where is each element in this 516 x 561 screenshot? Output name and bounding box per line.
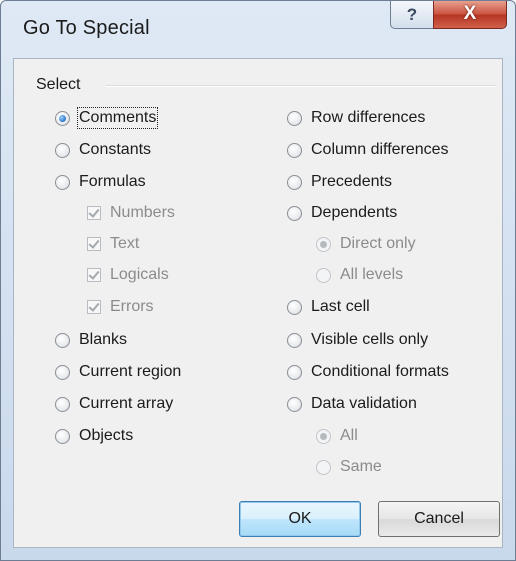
checkbox-errors[interactable]: Errors (87, 296, 154, 318)
radio-icon[interactable] (287, 205, 302, 221)
option-direct-only[interactable]: Direct only (316, 233, 416, 255)
option-label: Blanks (79, 331, 128, 348)
radio-icon[interactable] (55, 110, 70, 126)
option-label: Conditional formats (311, 363, 449, 380)
option-label: Same (340, 458, 382, 475)
option-label: Data validation (311, 395, 417, 412)
cancel-button-label: Cancel (414, 510, 464, 527)
option-label: All (340, 427, 358, 444)
radio-icon[interactable] (287, 299, 302, 315)
radio-icon[interactable] (287, 332, 302, 348)
option-conditional-formats[interactable]: Conditional formats (287, 361, 449, 383)
option-label: Logicals (110, 266, 169, 283)
radio-icon[interactable] (316, 459, 331, 475)
option-data-validation[interactable]: Data validation (287, 393, 417, 415)
select-group-label: Select (36, 76, 81, 93)
help-button[interactable]: ? (390, 1, 434, 29)
option-label: Current array (79, 395, 174, 412)
radio-icon[interactable] (287, 174, 302, 190)
option-validation-same[interactable]: Same (316, 456, 382, 478)
ok-button-label: OK (288, 510, 312, 527)
close-icon: X (463, 3, 477, 24)
radio-icon[interactable] (55, 364, 70, 380)
group-divider (106, 85, 496, 87)
checkbox-logicals[interactable]: Logicals (87, 264, 169, 286)
radio-icon[interactable] (55, 428, 70, 444)
option-label: All levels (340, 266, 404, 283)
title-bar[interactable]: Go To Special ? X (1, 1, 515, 57)
cancel-button[interactable]: Cancel (378, 501, 500, 537)
option-label: Text (110, 235, 140, 252)
option-formulas[interactable]: Formulas (55, 171, 146, 193)
radio-icon[interactable] (55, 396, 70, 412)
ok-button[interactable]: OK (239, 501, 361, 537)
help-icon: ? (406, 5, 418, 24)
option-label: Visible cells only (311, 331, 429, 348)
option-label: Precedents (311, 173, 392, 190)
option-label: Numbers (110, 204, 175, 221)
option-last-cell[interactable]: Last cell (287, 296, 370, 318)
radio-icon[interactable] (316, 428, 331, 444)
dialog-body: Select Comments Constants Formulas Numbe… (13, 58, 503, 548)
radio-icon[interactable] (316, 236, 331, 252)
option-objects[interactable]: Objects (55, 425, 133, 447)
option-comments[interactable]: Comments (55, 107, 159, 129)
checkbox-icon[interactable] (87, 268, 101, 282)
option-current-region[interactable]: Current region (55, 361, 181, 383)
option-label: Last cell (311, 298, 370, 315)
option-label: Objects (79, 427, 134, 444)
option-visible-cells-only[interactable]: Visible cells only (287, 329, 428, 351)
radio-icon[interactable] (287, 110, 302, 126)
go-to-special-dialog: Go To Special ? X Select Comments Consta… (0, 0, 516, 561)
option-constants[interactable]: Constants (55, 139, 151, 161)
option-label: Errors (110, 298, 154, 315)
option-label: Dependents (311, 204, 398, 221)
option-validation-all[interactable]: All (316, 425, 358, 447)
option-blanks[interactable]: Blanks (55, 329, 127, 351)
radio-icon[interactable] (55, 332, 70, 348)
close-button[interactable]: X (433, 1, 507, 29)
option-label: Comments (76, 107, 159, 129)
checkbox-icon[interactable] (87, 300, 101, 314)
radio-icon[interactable] (287, 396, 302, 412)
radio-icon[interactable] (55, 142, 70, 158)
radio-icon[interactable] (287, 364, 302, 380)
option-label: Direct only (340, 235, 416, 252)
dialog-title: Go To Special (23, 17, 150, 39)
option-current-array[interactable]: Current array (55, 393, 173, 415)
option-label: Current region (79, 363, 182, 380)
option-label: Row differences (311, 109, 426, 126)
checkbox-numbers[interactable]: Numbers (87, 202, 175, 224)
option-all-levels[interactable]: All levels (316, 264, 403, 286)
radio-icon[interactable] (316, 267, 331, 283)
option-column-differences[interactable]: Column differences (287, 139, 449, 161)
radio-icon[interactable] (55, 174, 70, 190)
checkbox-text[interactable]: Text (87, 233, 139, 255)
checkbox-icon[interactable] (87, 237, 101, 251)
option-precedents[interactable]: Precedents (287, 171, 392, 193)
option-label: Constants (79, 141, 152, 158)
option-dependents[interactable]: Dependents (287, 202, 397, 224)
checkbox-icon[interactable] (87, 206, 101, 220)
option-label: Column differences (311, 141, 449, 158)
option-row-differences[interactable]: Row differences (287, 107, 425, 129)
radio-icon[interactable] (287, 142, 302, 158)
option-label: Formulas (79, 173, 146, 190)
